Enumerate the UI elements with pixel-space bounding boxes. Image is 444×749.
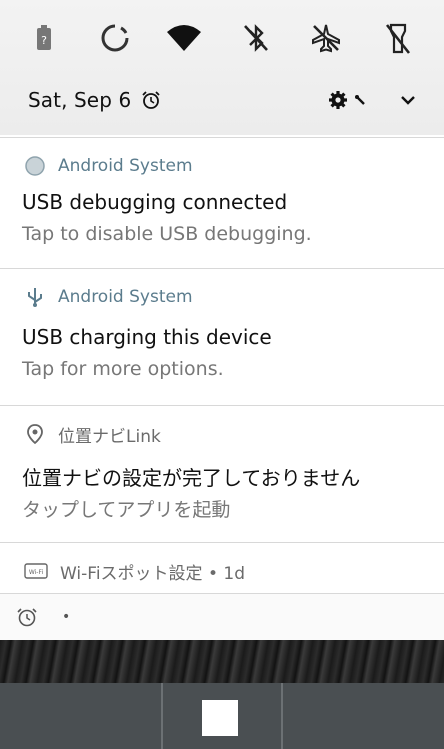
notification-title: USB charging this device bbox=[22, 325, 272, 349]
flashlight-off-icon bbox=[385, 23, 411, 54]
quick-settings-panel: ? Sat, Sep 6 bbox=[0, 0, 444, 135]
alarm-text: • bbox=[62, 609, 71, 625]
notification-header: Wi-Fi Wi-Fiスポット設定 • 1d bbox=[24, 559, 245, 584]
alarm-notification[interactable]: • bbox=[0, 593, 444, 640]
auto-rotate-tile[interactable] bbox=[95, 18, 135, 58]
svg-text:Wi-Fi: Wi-Fi bbox=[29, 569, 44, 576]
notification-text: Tap for more options. bbox=[22, 358, 224, 380]
app-name: Wi-Fiスポット設定 • 1d bbox=[60, 563, 245, 584]
notification-list: Android System USB debugging connected T… bbox=[0, 135, 444, 640]
date-label: Sat, Sep 6 bbox=[28, 88, 132, 112]
usb-icon bbox=[28, 288, 42, 307]
airplane-mode-off-icon bbox=[312, 24, 340, 53]
notification-title: USB debugging connected bbox=[22, 190, 288, 214]
quick-settings-tiles: ? bbox=[0, 18, 444, 60]
notification-header: Android System bbox=[24, 285, 193, 309]
chevron-down-icon[interactable] bbox=[400, 94, 416, 106]
app-name: Android System bbox=[58, 287, 193, 307]
airplane-tile[interactable] bbox=[306, 18, 346, 58]
auto-rotate-icon bbox=[101, 24, 129, 52]
bluetooth-off-icon bbox=[244, 24, 268, 52]
battery-saver-icon: ? bbox=[37, 25, 51, 50]
wifi-spot-icon: Wi-Fi bbox=[24, 563, 48, 579]
location-pin-icon bbox=[27, 424, 43, 445]
notification-location-navi[interactable]: 位置ナビLink 位置ナビの設定が完了しておりません タップしてアプリを起動 bbox=[0, 405, 444, 542]
wallpaper bbox=[0, 640, 444, 683]
notification-header: Android System bbox=[24, 154, 193, 178]
svg-text:?: ? bbox=[41, 34, 47, 47]
back-button[interactable] bbox=[0, 683, 163, 749]
menu-button[interactable] bbox=[283, 683, 444, 749]
alarm-clock-icon bbox=[142, 91, 160, 109]
notification-header: 位置ナビLink bbox=[24, 422, 161, 447]
wifi-icon bbox=[167, 25, 201, 51]
wrench-icon bbox=[355, 95, 365, 105]
gear-icon bbox=[329, 91, 347, 109]
android-system-icon bbox=[25, 156, 45, 176]
notification-text: タップしてアプリを起動 bbox=[22, 499, 231, 521]
battery-saver-tile[interactable]: ? bbox=[24, 18, 64, 58]
flashlight-tile[interactable] bbox=[378, 18, 418, 58]
notification-usb-charging[interactable]: Android System USB charging this device … bbox=[0, 268, 444, 405]
recents-square-icon[interactable] bbox=[202, 700, 238, 736]
app-name: Android System bbox=[58, 156, 193, 176]
notification-text: Tap to disable USB debugging. bbox=[22, 223, 312, 245]
app-name: 位置ナビLink bbox=[58, 426, 161, 447]
notification-wifi-spot[interactable]: Wi-Fi Wi-Fiスポット設定 • 1d bbox=[0, 542, 444, 594]
notification-usb-debugging[interactable]: Android System USB debugging connected T… bbox=[0, 137, 444, 268]
bluetooth-tile[interactable] bbox=[236, 18, 276, 58]
header-row: Sat, Sep 6 bbox=[28, 84, 416, 116]
notification-title: 位置ナビの設定が完了しておりません bbox=[22, 466, 361, 490]
alarm-clock-icon bbox=[17, 608, 37, 627]
settings-button[interactable] bbox=[328, 90, 366, 110]
wifi-tile[interactable] bbox=[164, 18, 204, 58]
